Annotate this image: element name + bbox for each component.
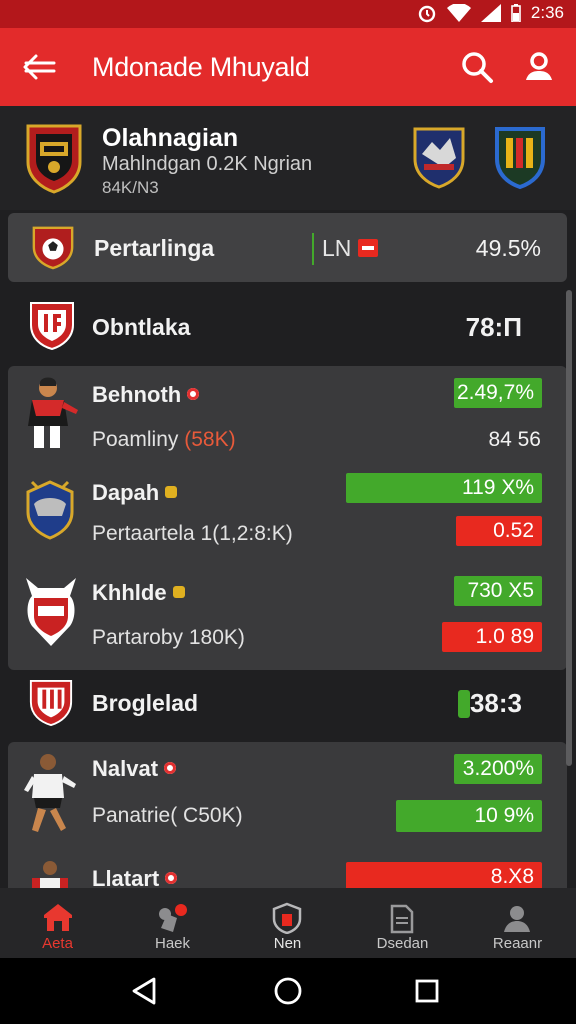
person-icon [504, 906, 530, 932]
player-avatar-icon [32, 861, 68, 888]
player-name: Nalvat [92, 756, 177, 782]
league-value: 49.5% [475, 235, 541, 261]
player-row[interactable]: Nalvat Panatrie( C50K) 3.200% 10 9% [8, 742, 567, 852]
battery-icon [511, 4, 521, 22]
status-dot-icon [165, 872, 178, 885]
league-code: LN [322, 235, 352, 261]
player-name: Llatart [92, 866, 178, 888]
players-card: Nalvat Panatrie( C50K) 3.200% 10 9% Llat… [8, 742, 567, 888]
player-avatar-icon [26, 578, 76, 646]
team-header: Olahnagian Mahlndgan 0.2K Ngrian 84K/N3 [0, 106, 576, 210]
section-title: Obntlaka [92, 314, 191, 340]
player-name: Dapah [92, 480, 178, 506]
live-indicator-icon [458, 690, 470, 718]
stat-value: 84 56 [488, 428, 541, 451]
player-row[interactable]: Dapah Pertaartela 1(1,2:8:K) 119 X% 0.52 [8, 466, 567, 562]
stat-value-bar: 0.52 [456, 516, 542, 546]
league-divider [312, 233, 314, 265]
team-meta: 84K/N3 [102, 178, 159, 197]
back-arrow-icon[interactable] [22, 52, 56, 82]
document-icon [390, 904, 414, 934]
card-icon [172, 586, 185, 599]
nav-label: Haek [154, 935, 191, 952]
stat-badge: 2.49,7% [454, 378, 542, 408]
bottom-nav: Aeta Haek Nen Dsedan Reaanr [0, 888, 576, 958]
player-name: Behnoth [92, 382, 200, 408]
player-detail: Partaroby 180K) [92, 626, 245, 649]
players-card: Behnoth Poamliny (58K) 2.49,7% 84 56 Dap… [8, 366, 567, 670]
player-avatar-icon [24, 754, 76, 832]
opponent-crest-icon[interactable] [494, 126, 546, 190]
team-crest-icon [26, 124, 82, 194]
nav-item-documents[interactable]: Dsedan [345, 888, 460, 958]
app-title: Mdonade Mhuyald [92, 52, 310, 82]
stat-badge: 119 X% [346, 473, 542, 503]
card-icon [165, 486, 178, 499]
notification-icon [159, 904, 187, 932]
status-bar: 2:36 [0, 0, 576, 28]
league-ball-icon [32, 226, 74, 270]
stat-value-bar: 1.0 89 [442, 622, 542, 652]
system-recents-icon[interactable] [414, 978, 440, 1004]
signal-icon [480, 4, 501, 22]
stat-badge: 3.200% [454, 754, 542, 784]
player-row[interactable]: Khhlde Partaroby 180K) 730 X5 1.0 89 [8, 566, 567, 666]
system-back-icon[interactable] [130, 976, 158, 1006]
stat-badge: 8.X8 [346, 862, 542, 888]
section-score: 38:3 [469, 688, 522, 718]
team-subtitle: Mahlndgan 0.2K Ngrian [102, 153, 313, 175]
status-dot-icon [187, 388, 200, 401]
alarm-icon [418, 5, 436, 23]
nav-item-profile[interactable]: Reaanr [460, 888, 575, 958]
shield-icon [272, 902, 302, 934]
player-detail: Panatrie( C50K) [92, 804, 243, 827]
nav-label: Nen [273, 935, 302, 952]
app-bar: Mdonade Mhuyald [0, 28, 576, 106]
scrollbar[interactable] [566, 290, 572, 766]
nav-label: Dsedan [376, 935, 429, 952]
player-name: Khhlde [92, 580, 185, 606]
nav-item-team[interactable]: Nen [230, 888, 345, 958]
flag-icon [358, 239, 378, 257]
nav-label: Reaanr [492, 935, 543, 952]
home-icon [44, 904, 72, 931]
system-home-icon[interactable] [273, 976, 303, 1006]
section-title: Broglelad [92, 690, 199, 716]
club-crest-icon [29, 680, 73, 727]
search-icon[interactable] [460, 50, 494, 84]
team-name: Olahnagian [102, 124, 239, 152]
player-avatar-icon [28, 377, 78, 448]
wifi-icon [446, 4, 471, 22]
status-time: 2:36 [530, 3, 564, 22]
section-score: 78:Π [465, 312, 522, 342]
stat-badge: 730 X5 [454, 576, 542, 606]
player-detail: Poamliny (58K) [92, 428, 236, 451]
section-header[interactable]: Broglelad 38:3 [0, 668, 560, 740]
player-avatar-icon [26, 480, 74, 540]
league-row[interactable]: Pertarlinga LN 49.5% [8, 213, 567, 282]
league-label: Pertarlinga [94, 235, 215, 261]
status-dot-icon [164, 762, 177, 775]
opponent-crest-icon[interactable] [412, 126, 466, 190]
nav-item-notifications[interactable]: Haek [115, 888, 230, 958]
player-row[interactable]: Llatart 8.X8 [8, 854, 567, 888]
system-nav-bar [0, 958, 576, 1024]
player-detail: Pertaartela 1(1,2:8:K) [92, 522, 293, 545]
profile-icon[interactable] [522, 50, 556, 84]
player-row[interactable]: Behnoth Poamliny (58K) 2.49,7% 84 56 [8, 366, 567, 462]
club-crest-icon [30, 302, 74, 351]
nav-label: Aeta [42, 935, 73, 952]
stat-value-bar: 10 9% [396, 800, 542, 832]
nav-item-home[interactable]: Aeta [0, 888, 115, 958]
section-header[interactable]: Obntlaka 78:Π [0, 290, 560, 364]
